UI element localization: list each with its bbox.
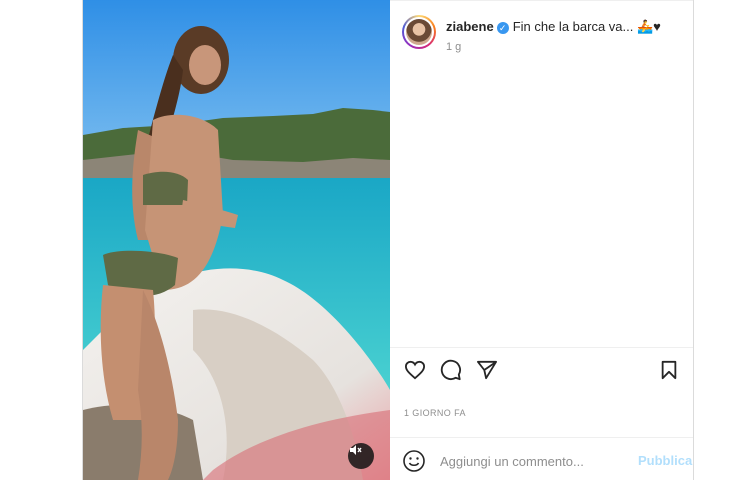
divider [390,437,693,438]
share-button[interactable] [474,357,500,383]
speaker-muted-icon [350,445,362,455]
mute-button[interactable] [348,443,374,469]
comment-form: Pubblica [402,449,692,475]
like-button[interactable] [402,357,428,383]
username-link[interactable]: ziabene [446,19,494,34]
action-bar [402,357,684,385]
instagram-post: ziabene✓Fin che la barca va... 🚣♥ 1 g [82,0,694,481]
comment-input[interactable] [440,451,630,471]
video-frame [83,0,390,480]
divider [390,347,693,348]
comment-button[interactable] [438,357,464,383]
paper-plane-icon [476,360,497,380]
publish-button[interactable]: Pubblica [638,453,692,468]
post-caption: ziabene ✓ Fin che la barca va... 🚣♥ [446,19,661,35]
post-header: ziabene ✓ Fin che la barca va... 🚣♥ 1 g [402,15,682,55]
avatar[interactable] [402,15,436,49]
caption-emoji: 🚣♥ [636,19,661,34]
save-button[interactable] [656,357,682,383]
heart-icon [404,360,426,380]
post-side-panel: ziabene✓Fin che la barca va... 🚣♥ 1 g [390,0,693,481]
comment-bubble-icon [440,359,461,381]
smiley-icon [403,450,425,472]
post-video[interactable] [83,0,390,480]
bookmark-icon [661,360,677,380]
post-time[interactable]: 1 g [446,41,461,53]
emoji-button[interactable] [402,449,426,473]
verified-badge-icon: ✓ [496,21,509,34]
caption-text: Fin che la barca va... [512,19,634,34]
posted-time[interactable]: 1 GIORNO FA [404,408,466,418]
